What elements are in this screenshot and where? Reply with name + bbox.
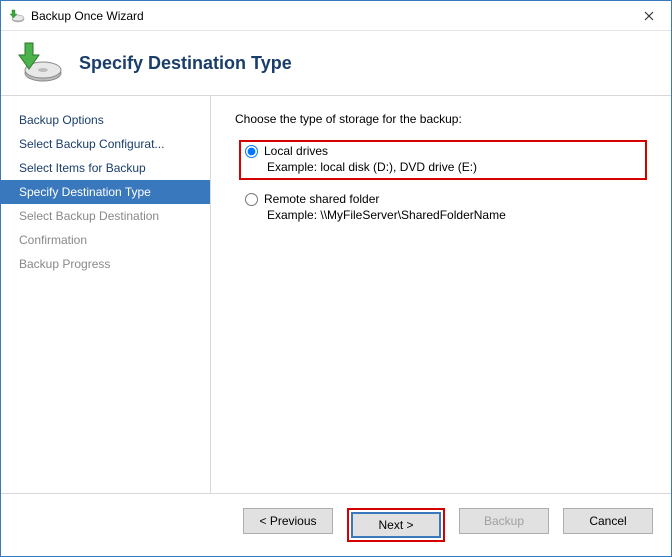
wizard-footer: < Previous Next > Backup Cancel <box>1 493 671 556</box>
cancel-button[interactable]: Cancel <box>563 508 653 534</box>
titlebar: Backup Once Wizard <box>1 1 671 31</box>
page-title: Specify Destination Type <box>79 53 292 74</box>
window-title: Backup Once Wizard <box>31 9 626 23</box>
option-local-example: Example: local disk (D:), DVD drive (E:) <box>245 160 641 174</box>
window: Backup Once Wizard Specify Destination T… <box>0 0 672 557</box>
option-local-label: Local drives <box>264 144 328 158</box>
storage-type-group: Local drives Example: local disk (D:), D… <box>235 140 647 236</box>
sidebar: Backup Options Select Backup Configurat.… <box>1 96 211 493</box>
previous-button[interactable]: < Previous <box>243 508 333 534</box>
sidebar-item-confirmation[interactable]: Confirmation <box>1 228 210 252</box>
radio-remote-folder[interactable] <box>245 193 258 206</box>
radio-local-drives[interactable] <box>245 145 258 158</box>
wizard-header: Specify Destination Type <box>1 31 671 96</box>
option-remote-label: Remote shared folder <box>264 192 379 206</box>
wizard-body: Backup Options Select Backup Configurat.… <box>1 96 671 493</box>
sidebar-item-backup-options[interactable]: Backup Options <box>1 108 210 132</box>
next-button[interactable]: Next > <box>351 512 441 538</box>
backup-wizard-icon <box>15 41 63 85</box>
sidebar-item-select-items[interactable]: Select Items for Backup <box>1 156 210 180</box>
backup-app-icon <box>9 8 25 24</box>
sidebar-item-destination-type[interactable]: Specify Destination Type <box>1 180 210 204</box>
close-button[interactable] <box>626 1 671 30</box>
backup-button: Backup <box>459 508 549 534</box>
sidebar-item-progress[interactable]: Backup Progress <box>1 252 210 276</box>
option-remote-folder[interactable]: Remote shared folder Example: \\MyFileSe… <box>239 188 647 228</box>
option-local-row[interactable]: Local drives <box>245 144 641 158</box>
option-remote-example: Example: \\MyFileServer\SharedFolderName <box>245 208 641 222</box>
next-button-highlight: Next > <box>347 508 445 542</box>
sidebar-item-select-configuration[interactable]: Select Backup Configurat... <box>1 132 210 156</box>
sidebar-item-select-destination[interactable]: Select Backup Destination <box>1 204 210 228</box>
main-panel: Choose the type of storage for the backu… <box>211 96 671 493</box>
option-remote-row[interactable]: Remote shared folder <box>245 192 641 206</box>
instruction-text: Choose the type of storage for the backu… <box>235 112 647 126</box>
option-local-drives[interactable]: Local drives Example: local disk (D:), D… <box>239 140 647 180</box>
